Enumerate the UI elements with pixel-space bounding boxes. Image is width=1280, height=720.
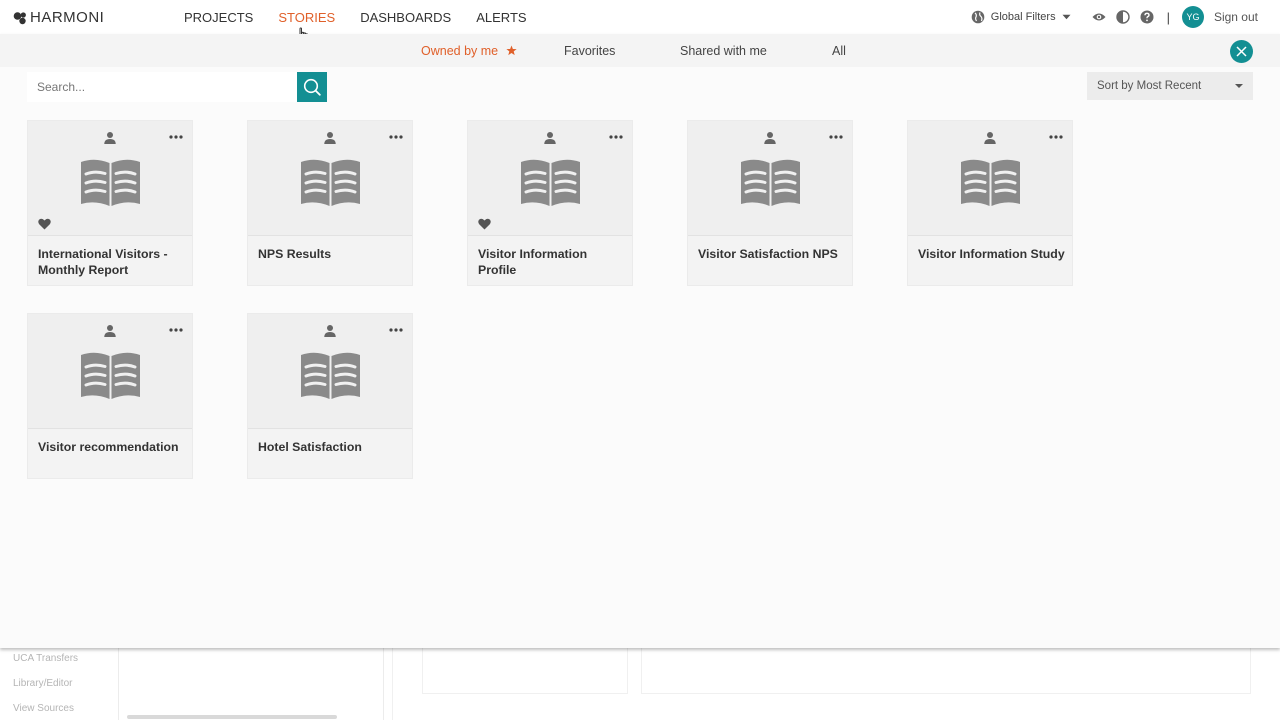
background-panel	[641, 648, 1251, 694]
owner-user-icon	[104, 132, 116, 144]
owner-user-icon	[324, 132, 336, 144]
more-options-icon[interactable]	[389, 135, 403, 139]
global-filters-label: Global Filters	[990, 11, 1056, 23]
more-options-icon[interactable]	[169, 135, 183, 139]
close-panel-button[interactable]	[1230, 40, 1253, 63]
owner-user-icon	[984, 132, 996, 144]
card-thumbnail	[688, 121, 852, 236]
tab-shared-with-me[interactable]: Shared with me	[680, 44, 767, 58]
header-actions: Global Filters | YG Sign out	[971, 6, 1258, 28]
stories-panel: Owned by me Favorites Shared with me All…	[0, 34, 1280, 648]
search-input[interactable]	[27, 72, 297, 102]
more-options-icon[interactable]	[1049, 135, 1063, 139]
owner-user-icon	[544, 132, 556, 144]
heart-icon[interactable]	[38, 218, 51, 230]
book-icon	[301, 159, 360, 206]
card-title: Hotel Satisfaction	[258, 440, 362, 454]
sign-out-link[interactable]: Sign out	[1214, 10, 1258, 24]
more-options-icon[interactable]	[389, 328, 403, 332]
globe-icon	[971, 10, 985, 24]
divider	[118, 648, 119, 720]
avatar[interactable]: YG	[1181, 6, 1204, 28]
story-card[interactable]: Visitor Information Profile	[467, 120, 633, 286]
card-thumbnail	[248, 314, 412, 429]
sort-dropdown[interactable]: Sort by Most Recent	[1087, 72, 1253, 100]
story-card[interactable]: Visitor Information Study	[907, 120, 1073, 286]
background-panel	[422, 648, 628, 694]
card-title: Visitor Satisfaction NPS	[698, 247, 838, 261]
story-card[interactable]: Hotel Satisfaction	[247, 313, 413, 479]
search-icon	[303, 78, 321, 96]
book-icon	[521, 159, 580, 206]
divider	[392, 648, 393, 720]
card-thumbnail	[28, 314, 192, 429]
card-thumbnail	[468, 121, 632, 236]
owner-user-icon	[764, 132, 776, 144]
nav-stories[interactable]: STORIES	[278, 10, 335, 25]
tab-favorites[interactable]: Favorites	[564, 44, 615, 58]
horizontal-scrollbar[interactable]	[127, 715, 337, 719]
more-options-icon[interactable]	[609, 135, 623, 139]
help-icon[interactable]	[1139, 9, 1155, 25]
search-button[interactable]	[297, 72, 327, 102]
chevron-down-icon	[1235, 84, 1243, 88]
nav-projects[interactable]: PROJECTS	[184, 10, 253, 25]
book-icon	[81, 352, 140, 399]
nav-dashboards[interactable]: DASHBOARDS	[360, 10, 451, 25]
more-options-icon[interactable]	[829, 135, 843, 139]
stories-tabs: Owned by me Favorites Shared with me All	[0, 34, 1280, 67]
chevron-down-icon	[1062, 14, 1071, 20]
more-options-icon[interactable]	[169, 328, 183, 332]
contrast-icon[interactable]	[1115, 9, 1131, 25]
sidebar-item-view-sources[interactable]: View Sources	[13, 703, 74, 714]
tab-owned-by-me-label: Owned by me	[421, 44, 499, 58]
card-thumbnail	[908, 121, 1072, 236]
logo[interactable]: HARMONI	[13, 9, 104, 26]
owner-user-icon	[104, 325, 116, 337]
book-icon	[961, 159, 1020, 206]
sidebar-item-library-editor[interactable]: Library/Editor	[13, 678, 72, 689]
heart-icon[interactable]	[478, 218, 491, 230]
card-title: Visitor recommendation	[38, 440, 179, 454]
story-card[interactable]: NPS Results	[247, 120, 413, 286]
tab-all[interactable]: All	[832, 44, 846, 58]
main-nav: PROJECTS STORIES DASHBOARDS ALERTS	[184, 10, 527, 25]
sidebar-item-uca-transfers[interactable]: UCA Transfers	[13, 653, 78, 664]
book-icon	[81, 159, 140, 206]
book-icon	[301, 352, 360, 399]
owner-user-icon	[324, 325, 336, 337]
card-title: Visitor Information Profile	[478, 247, 588, 277]
nav-alerts[interactable]: ALERTS	[476, 10, 526, 25]
divider	[383, 648, 384, 720]
tab-owned-by-me[interactable]: Owned by me	[421, 44, 517, 58]
header-separator: |	[1166, 9, 1170, 25]
harmoni-logo-icon	[13, 11, 26, 24]
sort-selected-value: Sort by Most Recent	[1097, 80, 1202, 92]
card-title: NPS Results	[258, 247, 332, 261]
story-card[interactable]: Visitor Satisfaction NPS	[687, 120, 853, 286]
story-card[interactable]: International Visitors - Monthly Report	[27, 120, 193, 286]
eye-icon[interactable]	[1091, 9, 1107, 25]
close-icon	[1236, 46, 1247, 57]
brand-name: HARMONI	[30, 9, 105, 26]
card-thumbnail	[28, 121, 192, 236]
card-title: International Visitors - Monthly Report	[38, 247, 168, 277]
story-card[interactable]: Visitor recommendation	[27, 313, 193, 479]
star-icon	[505, 45, 517, 56]
top-bar: HARMONI PROJECTS STORIES DASHBOARDS ALER…	[0, 0, 1280, 43]
book-icon	[741, 159, 800, 206]
card-thumbnail	[248, 121, 412, 236]
global-filters-button[interactable]: Global Filters	[971, 10, 1071, 24]
card-title: Visitor Information Study	[918, 247, 1065, 261]
background-page: UCA Transfers Library/Editor View Source…	[0, 648, 1280, 720]
